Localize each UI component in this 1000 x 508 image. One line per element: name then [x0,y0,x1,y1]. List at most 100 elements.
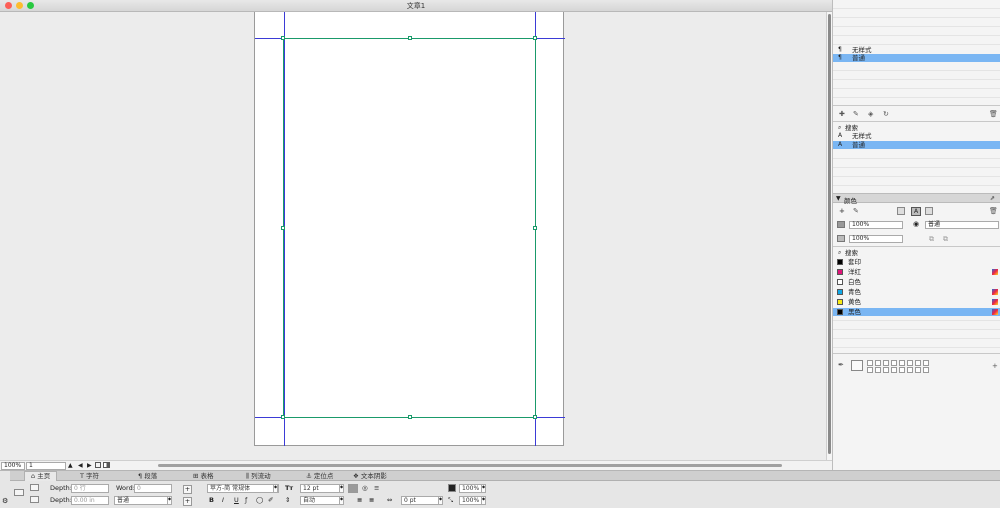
tracking-stepper[interactable]: ◆ [438,496,443,505]
align-right-icon[interactable]: ≡ [374,484,379,492]
align-center-icon[interactable]: ◎ [362,484,368,492]
tab-table[interactable]: ⊞ 表格 [193,472,214,480]
fill-mode-icon[interactable] [897,207,905,215]
frame-handle[interactable] [281,226,285,230]
color-swatch-row[interactable]: 黄色 [833,298,1000,306]
trash-icon[interactable]: 🗑 [989,110,998,118]
color-swatch-row[interactable]: 白色 [833,278,1000,286]
frame-handle[interactable] [533,415,537,419]
tint-field[interactable]: 100% [849,221,903,229]
leading-field[interactable]: 自动 [300,496,344,505]
prev-page-icon[interactable]: ◀ [78,462,83,469]
justify-icon[interactable]: ≣ [357,496,362,504]
chevron-down-icon[interactable]: ◆ [167,496,172,505]
leading-stepper[interactable]: ◆ [339,496,344,505]
panel-options-icon[interactable]: ⇗ [990,195,995,202]
columns-icon[interactable] [30,496,39,503]
chevron-down-icon[interactable]: ◆ [273,484,278,493]
frame-handle[interactable] [533,226,537,230]
recent-color-cell[interactable] [891,367,897,373]
recent-color-cell[interactable] [907,360,913,366]
tab-anchor[interactable]: ⚓ 定位点 [306,472,333,480]
add-style-button[interactable]: + [183,497,192,506]
add-button[interactable]: + [183,485,192,494]
text-color-swatch[interactable] [448,484,456,492]
depth-lines-field[interactable]: 0 行 [71,484,109,493]
new-style-icon[interactable]: ✚ [839,110,845,118]
frame-handle[interactable] [533,36,537,40]
page-field[interactable]: 1 [26,462,66,470]
depth-inches-field[interactable]: 0.00 in [71,496,109,505]
horizontal-scroll-thumb[interactable] [158,464,782,467]
justify-all-icon[interactable]: ≣ [369,496,374,504]
color-search[interactable]: ⌕ 搜索 [833,249,1000,257]
document-canvas[interactable] [0,12,826,460]
eraser-icon[interactable]: ◈ [868,110,873,118]
document-page[interactable] [254,12,565,446]
recent-color-cell[interactable] [915,367,921,373]
delete-color-icon[interactable]: 🗑 [989,207,998,215]
link-icon[interactable]: ⧉ [929,235,934,244]
recent-color-cell[interactable] [899,367,905,373]
add-swatch-icon[interactable]: + [992,362,998,370]
paragraph-style-select[interactable]: 普通 [114,496,172,505]
recent-color-cell[interactable] [867,360,873,366]
frame-handle[interactable] [408,36,412,40]
swap-icon[interactable]: ⧉ [943,235,948,244]
vertical-scroll-thumb[interactable] [828,14,831,454]
recent-color-cell[interactable] [899,360,905,366]
layout-icon[interactable] [14,489,24,496]
tab-home[interactable]: ⌂ 主页 [24,471,58,481]
recent-color-cell[interactable] [867,367,873,373]
edit-color-icon[interactable]: ✎ [853,207,859,215]
recent-color-cell[interactable] [923,367,929,373]
tab-paragraph[interactable]: ¶ 段落 [138,472,157,480]
frame-handle[interactable] [281,36,285,40]
eyedropper-icon[interactable]: ✒ [838,361,844,369]
opacity-field[interactable]: 100% [849,235,903,243]
strikethrough-icon[interactable]: ƒ [245,496,247,504]
recent-color-cell[interactable] [923,360,929,366]
tab-column-flow[interactable]: ⫼ 列流动 [246,472,271,480]
spread-view-icon[interactable] [103,462,110,468]
add-color-icon[interactable]: + [839,207,845,215]
eye-icon[interactable]: ◉ [913,220,919,228]
colors-panel-header[interactable]: ▼ 颜色 ⇗ [833,193,1000,205]
text-color-mode-icon[interactable]: A [911,207,921,216]
recent-color-cell[interactable] [915,360,921,366]
font-size-field[interactable]: 12 pt [300,484,344,493]
recent-color-cell[interactable] [875,360,881,366]
tracking-field[interactable]: 0 pt [401,496,443,505]
character-style-row[interactable]: A 无样式 [833,132,1000,140]
collapse-triangle-icon[interactable]: ▼ [836,195,841,202]
color-swatch-row[interactable]: 黑色 [833,308,1000,316]
recent-color-cell[interactable] [875,367,881,373]
zoom-field[interactable]: 100% [1,462,25,470]
effects-icon[interactable]: ✐ [268,496,273,504]
character-style-row[interactable]: A 普通 [833,141,1000,149]
recent-color-well[interactable] [851,360,863,371]
frame-icon[interactable] [30,484,39,491]
horizontal-scale-stepper[interactable]: ◆ [481,484,486,493]
outline-icon[interactable]: ◯ [256,496,263,504]
text-frame[interactable] [281,36,537,419]
bold-button[interactable]: B [209,496,214,504]
page-up-icon[interactable]: ▲ [68,462,73,469]
stroke-mode-icon[interactable] [925,207,933,215]
recent-color-cell[interactable] [883,360,889,366]
underline-button[interactable]: U [234,496,239,504]
settings-gear-icon[interactable]: ⚙ [2,497,8,505]
align-left-button[interactable] [348,484,358,493]
italic-button[interactable]: I [222,496,224,504]
paragraph-style-row[interactable]: ¶ 无样式 [833,46,1000,54]
paragraph-style-row[interactable]: ¶ 普通 [833,54,1000,62]
word-count-field[interactable]: 0 [134,484,172,493]
color-swatch-row[interactable]: 青色 [833,288,1000,296]
recent-color-cell[interactable] [891,360,897,366]
blend-mode-select[interactable]: 普通 [925,221,999,229]
recent-color-cell[interactable] [883,367,889,373]
next-page-icon[interactable]: ▶ [87,462,92,469]
single-page-view-icon[interactable] [95,462,101,468]
refresh-icon[interactable]: ↻ [883,110,889,118]
recent-color-cell[interactable] [907,367,913,373]
